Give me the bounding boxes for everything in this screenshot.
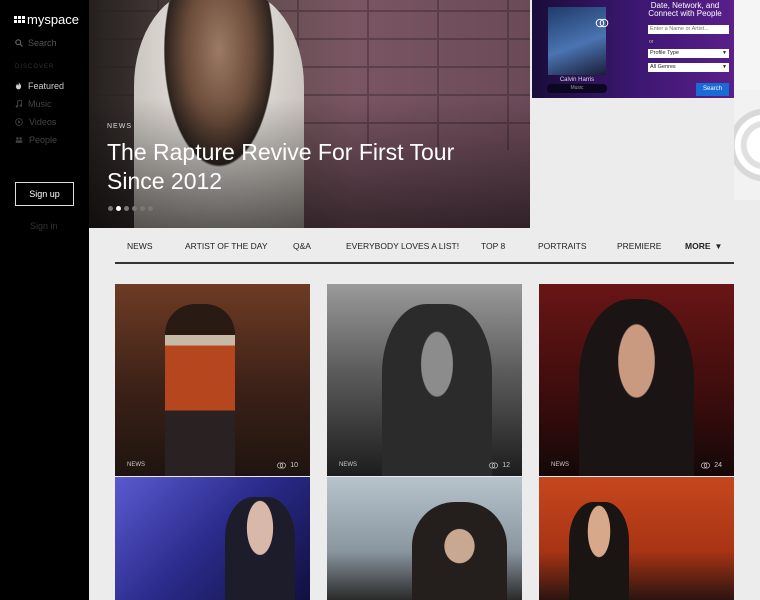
sidebar-item-label: Featured <box>28 81 65 91</box>
people-icon <box>15 137 23 143</box>
profile-type-select[interactable]: Profile Type ▼ <box>648 49 729 58</box>
slide-dot[interactable] <box>148 206 153 211</box>
slide-dot[interactable] <box>108 206 113 211</box>
tab-news[interactable]: NEWS <box>127 241 153 251</box>
views-icon <box>277 462 287 469</box>
card-count: 24 <box>700 462 722 469</box>
sidebar: myspace Search DISCOVER Featured Music V… <box>0 0 89 600</box>
article-card[interactable]: NEWS 24 <box>539 284 734 476</box>
play-icon <box>15 118 23 126</box>
card-count-value: 24 <box>714 462 722 469</box>
discover-heading: DISCOVER <box>15 64 55 70</box>
or-label: or <box>649 39 654 45</box>
genre-select[interactable]: All Genres ▼ <box>648 63 729 72</box>
tab-everybody-loves-a-list[interactable]: EVERYBODY LOVES A LIST! <box>346 241 459 251</box>
card-tag: NEWS <box>551 462 569 468</box>
card-count-value: 12 <box>502 462 510 469</box>
sidebar-item-featured[interactable]: Featured <box>15 81 64 91</box>
card-count: 10 <box>276 462 298 469</box>
people-search-ad: Calvin Harris Music Date, Network, and C… <box>532 0 734 98</box>
decor-rings <box>734 90 760 200</box>
tab-premiere[interactable]: PREMIERE <box>617 241 661 251</box>
signin-link[interactable]: Sign in <box>30 221 58 231</box>
article-card[interactable]: NEWS 12 <box>327 284 522 476</box>
tab-artist-of-the-day[interactable]: ARTIST OF THE DAY <box>185 241 268 251</box>
hero-banner[interactable]: NEWS The Rapture Revive For First Tour S… <box>89 0 530 228</box>
views-icon <box>701 462 711 469</box>
card-image <box>382 304 492 476</box>
category-tabs: NEWS ARTIST OF THE DAY Q&A EVERYBODY LOV… <box>115 231 734 264</box>
tab-more-label: MORE <box>685 241 711 251</box>
caret-down-icon: ▼ <box>714 241 723 251</box>
tab-qa[interactable]: Q&A <box>293 241 311 251</box>
myspace-logo[interactable]: myspace <box>14 12 79 27</box>
sidebar-search[interactable]: Search <box>15 38 57 48</box>
card-image <box>412 502 507 600</box>
flame-icon <box>15 82 22 90</box>
signup-button[interactable]: Sign up <box>15 182 74 206</box>
slide-dot[interactable] <box>132 206 137 211</box>
card-count-value: 10 <box>290 462 298 469</box>
article-card[interactable]: NEWS 10 <box>115 284 310 476</box>
slide-indicators <box>108 206 153 211</box>
profile-type-value: Profile Type <box>650 50 679 56</box>
card-image <box>165 304 235 476</box>
music-note-icon <box>15 100 22 108</box>
sidebar-item-label: Music <box>28 99 52 109</box>
card-image <box>225 497 295 600</box>
slide-dot-active[interactable] <box>116 206 121 211</box>
article-card[interactable] <box>539 477 734 600</box>
search-label: Search <box>28 38 57 48</box>
ad-title: Date, Network, and Connect with People <box>648 1 722 18</box>
sidebar-item-music[interactable]: Music <box>15 99 52 109</box>
slide-dot[interactable] <box>124 206 129 211</box>
chevron-down-icon: ▼ <box>722 50 727 56</box>
hero-tag: NEWS <box>107 123 132 130</box>
article-card[interactable] <box>115 477 310 600</box>
sidebar-item-people[interactable]: People <box>15 135 57 145</box>
logo-mark-icon <box>14 16 25 23</box>
tab-portraits[interactable]: PORTRAITS <box>538 241 587 251</box>
genre-value: All Genres <box>650 64 676 70</box>
connect-rings-icon <box>595 18 609 28</box>
article-card[interactable] <box>327 477 522 600</box>
tab-more[interactable]: MORE ▼ <box>685 241 722 251</box>
artist-caption: Calvin Harris <box>559 77 595 83</box>
card-count: 12 <box>488 462 510 469</box>
sidebar-item-label: People <box>29 135 58 145</box>
tab-top-8[interactable]: TOP 8 <box>481 241 505 251</box>
ad-search-button[interactable]: Search <box>696 83 729 96</box>
name-artist-input[interactable] <box>648 25 729 34</box>
search-icon <box>15 39 23 47</box>
chevron-down-icon: ▼ <box>722 64 727 70</box>
decor-panel <box>734 0 760 90</box>
card-image <box>569 502 629 600</box>
sidebar-item-videos[interactable]: Videos <box>15 117 56 127</box>
card-image <box>579 299 694 476</box>
artist-pill: Music <box>547 84 607 93</box>
hero-headline[interactable]: The Rapture Revive For First Tour Since … <box>107 138 497 196</box>
views-icon <box>489 462 499 469</box>
card-tag: NEWS <box>339 462 357 468</box>
slide-dot[interactable] <box>140 206 145 211</box>
sidebar-item-label: Videos <box>29 117 57 127</box>
card-tag: NEWS <box>127 462 145 468</box>
logo-text: myspace <box>27 12 80 27</box>
